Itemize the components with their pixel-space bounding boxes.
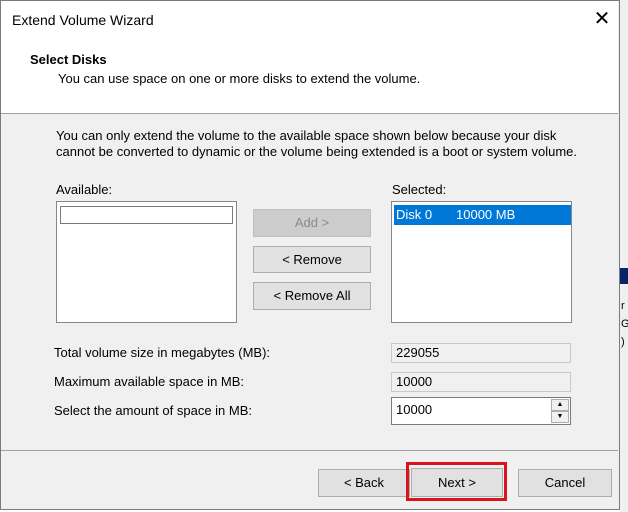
spin-down-icon[interactable]: ▼ <box>551 411 569 423</box>
max-space-label: Maximum available space in MB: <box>54 374 245 389</box>
background-window <box>620 0 628 512</box>
background-text-fragment: ) <box>621 336 625 348</box>
list-item[interactable]: Disk 0 10000 MB <box>394 205 571 225</box>
info-text: You can only extend the volume to the av… <box>56 128 578 159</box>
total-size-value: 229055 <box>391 343 571 363</box>
header-title: Select Disks <box>30 52 107 67</box>
total-size-label: Total volume size in megabytes (MB): <box>54 345 271 360</box>
back-button[interactable]: < Back <box>318 469 410 497</box>
add-button[interactable]: Add > <box>253 209 371 237</box>
remove-button[interactable]: < Remove <box>253 246 371 273</box>
disk-name: Disk 0 <box>396 207 433 222</box>
cancel-button[interactable]: Cancel <box>518 469 612 497</box>
header-subtitle: You can use space on one or more disks t… <box>58 71 421 86</box>
background-text-fragment: r <box>621 300 625 312</box>
window-title: Extend Volume Wizard <box>12 12 154 28</box>
available-label: Available: <box>56 182 113 197</box>
amount-input[interactable]: 10000 <box>391 397 571 425</box>
background-window-edge-right <box>620 268 628 284</box>
selected-label: Selected: <box>392 182 447 197</box>
footer-separator <box>1 450 618 451</box>
background-text-fragment: G <box>621 318 628 330</box>
spin-up-icon[interactable]: ▲ <box>551 399 569 411</box>
disk-size: 10000 MB <box>456 207 516 222</box>
amount-label: Select the amount of space in MB: <box>54 403 252 418</box>
next-button[interactable]: Next > <box>411 468 503 497</box>
remove-all-button[interactable]: < Remove All <box>253 282 371 310</box>
selected-listbox[interactable]: Disk 0 10000 MB <box>391 201 572 323</box>
max-space-value: 10000 <box>391 372 571 392</box>
close-icon[interactable]: ✕ <box>590 6 614 32</box>
available-listbox[interactable] <box>56 201 237 323</box>
available-focus-item[interactable] <box>60 206 233 224</box>
